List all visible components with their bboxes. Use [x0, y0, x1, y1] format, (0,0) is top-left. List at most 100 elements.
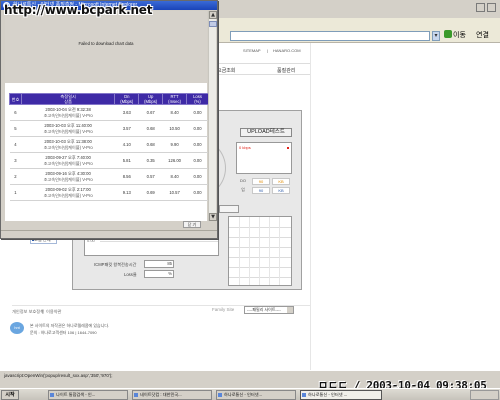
- col-dn: Dn (Mbps): [114, 93, 140, 105]
- cell-loss: 0.00: [186, 136, 209, 153]
- browser-right-blank-area: [310, 43, 500, 380]
- window-icon: [134, 393, 138, 397]
- col-up-unit: (Mbps): [144, 99, 158, 104]
- go-label: 이동: [453, 32, 466, 39]
- links-button[interactable]: 연결: [476, 30, 489, 42]
- taskbar-item[interactable]: 나이트 통합검색 - 인...: [48, 390, 128, 400]
- footer-copyright: 본 사이트의 저작권은 하나로텔레콤에 있습니다. 문의 : 하나로고객센터 1…: [30, 322, 230, 336]
- quality-popup-window: 하나로통신 - 인터넷 품질측정 - Microsoft Internet Ex…: [0, 0, 218, 239]
- cell-datetime: 2003-09-27 오후 7:40:00 조고속인터넷(케이블) V-Pro: [21, 152, 115, 169]
- site-top-nav: SITEMAP | HANARO.COM: [215, 44, 310, 56]
- cell-rtt: 10.50: [162, 120, 187, 137]
- stat-label-dn: DO: [240, 178, 246, 183]
- terms-link[interactable]: 이용약관: [46, 309, 61, 315]
- go-button[interactable]: 이동: [444, 30, 466, 42]
- cell-up: 0.35: [138, 152, 163, 169]
- hanaro-logo: hnt: [10, 322, 24, 334]
- taskbar-item[interactable]: 하나로통신 - 인터넷 ...: [300, 390, 382, 400]
- address-input[interactable]: [230, 31, 430, 41]
- cell-no: 4: [9, 136, 22, 153]
- cell-loss: 0.00: [186, 120, 209, 137]
- footer-line: 문의 : 하나로고객센터 106 | 1644-7090: [30, 330, 97, 335]
- family-site-select[interactable]: ----패밀리 사이트----: [244, 306, 294, 314]
- cell-rtt: 8.40: [162, 168, 187, 185]
- cell-product: 조고속인터넷(케이블) V-Pro: [43, 160, 93, 166]
- upload-chart-marker: [287, 147, 289, 149]
- chart-placeholder: Failed to download chart data: [5, 11, 207, 83]
- table-row: 4 2003-10-03 오후 11:38:00 조고속인터넷(케이블) V-Pr…: [9, 136, 209, 153]
- popup-status-bar: [1, 230, 217, 238]
- cell-datetime: 2003-10-04 오전 9:32:38 조고속인터넷(케이블) V-Pro: [21, 104, 115, 121]
- cell-dn: 3.57: [114, 120, 139, 137]
- stat-value: 90: [252, 178, 270, 185]
- cell-loss: 0.00: [186, 152, 209, 169]
- cell-no: 6: [9, 104, 22, 121]
- form-value: %: [144, 270, 174, 278]
- cell-datetime: 2003-10-03 오후 11:40:00 조고속인터넷(케이블) V-Pro: [21, 120, 115, 137]
- cell-datetime: 2003-09-02 오후 2:17:00 조고속인터넷(케이블) V-Pro: [21, 184, 115, 201]
- upload-stat-grid: DO 90 KB 업 90 KB: [236, 178, 292, 196]
- cell-dn: 8.56: [114, 168, 139, 185]
- stat-unit: KB: [272, 187, 290, 194]
- cell-no: 3: [9, 152, 22, 169]
- cell-loss: 0.00: [186, 168, 209, 185]
- info-bullet-icon: [32, 239, 34, 241]
- cell-up: 0.69: [138, 184, 163, 201]
- family-site-value: ----패밀리 사이트----: [247, 307, 281, 312]
- tab-quality[interactable]: 품질관리: [277, 67, 295, 74]
- taskbar-item[interactable]: 네이트닷컴 : 대한민국...: [132, 390, 212, 400]
- cell-dn: 5.81: [114, 152, 139, 169]
- hanaro-home-link[interactable]: HANARO.COM: [273, 48, 301, 53]
- popup-body: Failed to download chart data 번호 측정일시 상품…: [5, 11, 209, 221]
- chart-error-message: Failed to download chart data: [78, 41, 134, 46]
- cell-no: 1: [9, 184, 22, 201]
- taskbar: 시작 나이트 통합검색 - 인... 네이트닷컴 : 대한민국... 하나로통신…: [0, 388, 500, 400]
- col-rtt: RTT (msec): [162, 93, 188, 105]
- cell-product: 조고속인터넷(케이블) V-Pro: [43, 112, 93, 118]
- address-dropdown-icon[interactable]: ▾: [432, 31, 440, 41]
- scroll-thumb[interactable]: [209, 21, 217, 27]
- scroll-up-icon[interactable]: ▲: [209, 11, 217, 19]
- chevron-down-icon: [287, 307, 293, 313]
- close-button[interactable]: 닫 기: [183, 221, 201, 228]
- tab-billing[interactable]: 요금조회: [217, 67, 235, 74]
- system-tray: [470, 390, 499, 400]
- scroll-down-icon[interactable]: ▼: [209, 213, 217, 221]
- go-arrow-icon: [444, 30, 452, 38]
- cell-datetime: 2003-10-03 오후 11:38:00 조고속인터넷(케이블) V-Pro: [21, 136, 115, 153]
- cell-product: 조고속인터넷(케이블) V-Pro: [43, 176, 93, 182]
- graph-toggle-button[interactable]: [219, 205, 239, 213]
- taskbar-item[interactable]: 하나로통신 - 인터넷...: [216, 390, 296, 400]
- cell-rtt: 9.90: [162, 136, 187, 153]
- table-row: 2 2003-09-16 오후 4:30:00 조고속인터넷(케이블) V-Pro…: [9, 168, 209, 185]
- start-button[interactable]: 시작: [1, 390, 19, 400]
- upload-test-button[interactable]: UPLOAD테스트: [240, 128, 292, 137]
- col-no: 번호: [9, 93, 22, 105]
- watermark-url: http://www.bcpark.net: [4, 3, 153, 17]
- col-dn-unit: (Mbps): [120, 99, 134, 104]
- form-label: ICMP패킷 왕복전송시간: [94, 262, 137, 267]
- status-path: javascript:OpenWin('popup/result_sxx.asp…: [4, 373, 113, 378]
- sitemap-link[interactable]: SITEMAP: [243, 48, 261, 53]
- table-row: 3 2003-09-27 오후 7:40:00 조고속인터넷(케이블) V-Pro…: [9, 152, 209, 169]
- stat-value: 90: [252, 187, 270, 194]
- footer-separator: |: [42, 309, 44, 314]
- popup-scrollbar[interactable]: ▲ ▼: [208, 11, 217, 221]
- taskbar-item-label: 하나로통신 - 인터넷...: [224, 392, 263, 397]
- cell-no: 5: [9, 120, 22, 137]
- minimize-icon[interactable]: [476, 3, 485, 12]
- site-tab-row: 요금조회 품질관리: [215, 63, 310, 75]
- privacy-link[interactable]: 개인정보 보호정책: [12, 309, 44, 315]
- col-rtt-unit: (msec): [168, 99, 181, 104]
- close-icon[interactable]: [487, 3, 496, 12]
- form-value: 85: [144, 260, 174, 268]
- taskbar-item-label: 하나로통신 - 인터넷 ...: [308, 392, 348, 397]
- table-row: 6 2003-10-04 오전 9:32:38 조고속인터넷(케이블) V-Pro…: [9, 104, 209, 121]
- family-site-label: Family Site: [212, 307, 235, 312]
- window-icon: [50, 393, 54, 397]
- form-label: Loss율: [124, 272, 137, 277]
- upload-chart-label: 0 kbps: [239, 145, 251, 150]
- cell-rtt: 126.00: [162, 152, 187, 169]
- cell-dn: 3.63: [114, 104, 139, 121]
- cell-no: 2: [9, 168, 22, 185]
